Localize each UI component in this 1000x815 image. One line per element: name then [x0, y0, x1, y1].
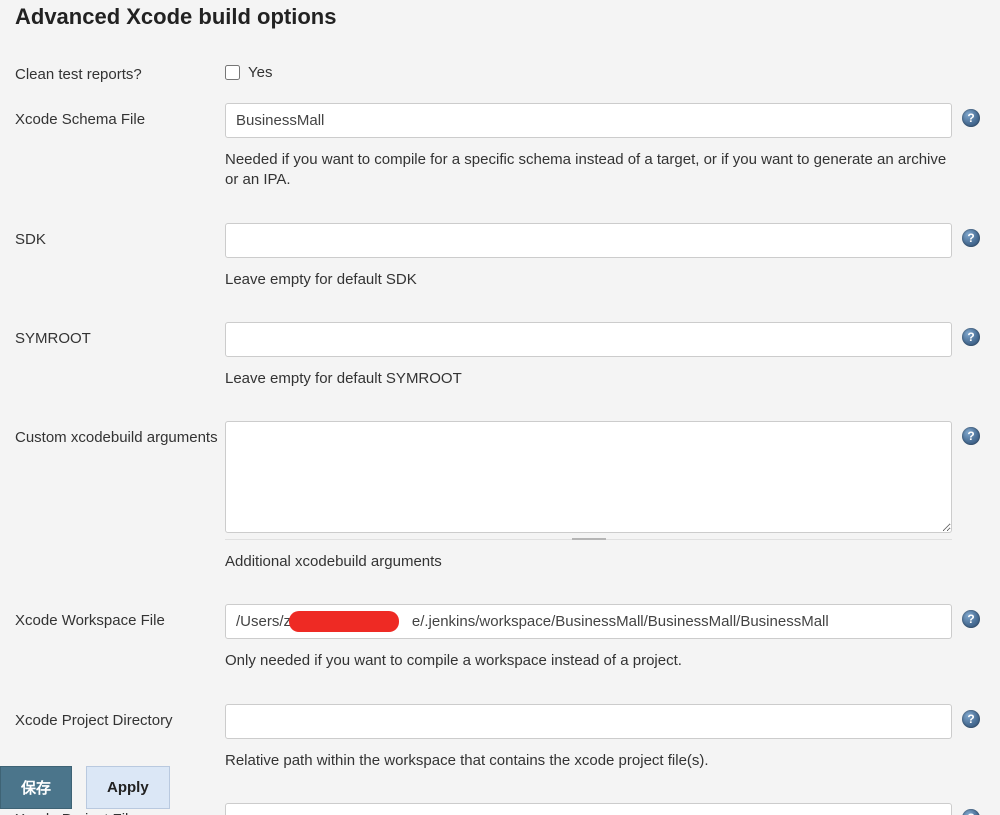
project-dir-help-text: Relative path within the workspace that … [225, 751, 952, 771]
label-custom-args: Custom xcodebuild arguments [15, 421, 225, 446]
schema-help-text: Needed if you want to compile for a spec… [225, 150, 952, 191]
row-custom-args: Custom xcodebuild arguments Additional x… [15, 421, 1000, 594]
clean-reports-checkbox[interactable] [225, 65, 240, 80]
help-icon[interactable]: ? [962, 328, 980, 346]
help-icon[interactable]: ? [962, 229, 980, 247]
help-icon[interactable]: ? [962, 427, 980, 445]
help-icon[interactable]: ? [962, 109, 980, 127]
row-symroot: SYMROOT Leave empty for default SYMROOT … [15, 322, 1000, 411]
schema-input[interactable] [225, 103, 952, 138]
symroot-input[interactable] [225, 322, 952, 357]
row-clean-reports: Clean test reports? Yes [15, 58, 1000, 93]
save-button[interactable]: 保存 [0, 766, 72, 809]
symroot-help-text: Leave empty for default SYMROOT [225, 369, 952, 389]
workspace-help-text: Only needed if you want to compile a wor… [225, 651, 952, 671]
help-icon[interactable]: ? [962, 610, 980, 628]
row-sdk: SDK Leave empty for default SDK ? [15, 223, 1000, 312]
help-icon[interactable]: ? [962, 710, 980, 728]
label-clean-reports: Clean test reports? [15, 58, 225, 83]
project-dir-input[interactable] [225, 704, 952, 739]
label-sdk: SDK [15, 223, 225, 248]
project-file-input[interactable] [225, 803, 952, 815]
label-schema: Xcode Schema File [15, 103, 225, 128]
sdk-input[interactable] [225, 223, 952, 258]
label-symroot: SYMROOT [15, 322, 225, 347]
bottom-action-bar: 保存 Apply [0, 766, 170, 815]
label-project-dir: Xcode Project Directory [15, 704, 225, 729]
section-title: Advanced Xcode build options [15, 4, 1000, 30]
custom-args-help-text: Additional xcodebuild arguments [225, 552, 952, 572]
apply-button[interactable]: Apply [86, 766, 170, 809]
row-schema: Xcode Schema File Needed if you want to … [15, 103, 1000, 213]
clean-reports-checkbox-label: Yes [248, 64, 272, 81]
help-icon[interactable]: ? [962, 809, 980, 815]
workspace-input[interactable] [225, 604, 952, 639]
custom-args-textarea[interactable] [225, 421, 952, 533]
textarea-resize-handle[interactable] [225, 531, 952, 540]
label-workspace: Xcode Workspace File [15, 604, 225, 629]
row-workspace: Xcode Workspace File Only needed if you … [15, 604, 1000, 693]
sdk-help-text: Leave empty for default SDK [225, 270, 952, 290]
